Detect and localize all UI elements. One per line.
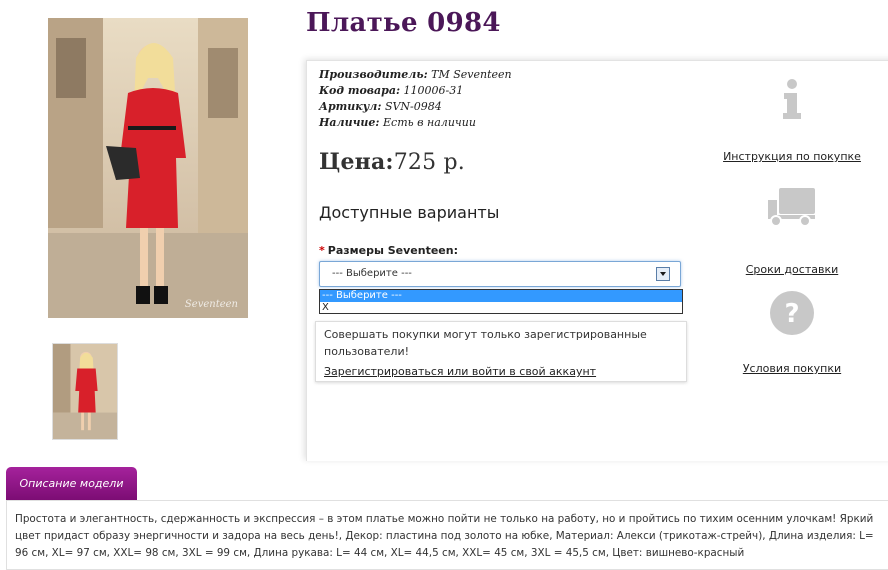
spec-value: Есть в наличии (383, 116, 476, 129)
spec-availability: Наличие: Есть в наличии (319, 115, 512, 131)
size-option[interactable]: --- Выберите --- (320, 290, 682, 302)
spec-label: Код товара: (319, 84, 401, 97)
spec-label: Наличие: (319, 116, 380, 129)
product-title: Платье 0984 (306, 8, 501, 38)
info-icon (783, 79, 801, 119)
login-notice: Совершать покупки могут только зарегистр… (315, 321, 687, 382)
size-dropdown-list[interactable]: --- Выберите --- X (319, 289, 683, 314)
register-login-link[interactable]: Зарегистрироваться или войти в свой акка… (324, 363, 596, 380)
spec-article: Артикул: SVN-0984 (319, 99, 512, 115)
truck-icon (768, 188, 815, 227)
purchase-instructions-link[interactable]: Инструкция по покупке (720, 150, 864, 163)
notice-text: Совершать покупки могут только зарегистр… (324, 328, 647, 358)
purchase-instructions-item[interactable]: Инструкция по покупке (720, 78, 864, 163)
required-mark: * (319, 244, 325, 257)
price-value: 725 р. (393, 150, 465, 175)
product-main-photo[interactable]: Seventeen (48, 18, 248, 318)
spec-value: ТМ Seventeen (431, 68, 512, 81)
price-label: Цена: (319, 149, 394, 175)
description-text: Простота и элегантность, сдержанность и … (15, 513, 874, 559)
purchase-terms-link[interactable]: Условия покупки (720, 362, 864, 375)
delivery-terms-item[interactable]: Сроки доставки (720, 186, 864, 276)
product-price: Цена:725 р. (319, 149, 465, 175)
spec-label: Производитель: (319, 68, 428, 81)
tab-description[interactable]: Описание модели (6, 467, 137, 500)
spec-manufacturer: Производитель: ТМ Seventeen (319, 67, 512, 83)
spec-value: SVN-0984 (384, 100, 442, 113)
photo-watermark: Seventeen (184, 299, 238, 310)
spec-label: Артикул: (319, 100, 382, 113)
size-select-label: * Размеры Seventeen: (319, 244, 458, 257)
chevron-down-icon[interactable] (656, 267, 670, 281)
question-icon: ? (770, 291, 814, 335)
size-select[interactable]: --- Выберите --- (319, 261, 681, 287)
purchase-terms-item[interactable]: ? Условия покупки (720, 290, 864, 375)
variants-heading: Доступные варианты (319, 203, 500, 222)
size-select-value: --- Выберите --- (332, 268, 412, 279)
svg-text:?: ? (784, 299, 799, 329)
product-specs: Производитель: ТМ Seventeen Код товара: … (319, 67, 512, 131)
size-label-text: Размеры Seventeen: (327, 244, 458, 257)
product-thumbnail[interactable] (52, 343, 118, 440)
size-option[interactable]: X (320, 302, 682, 314)
spec-value: 110006-31 (403, 84, 464, 97)
spec-product-code: Код товара: 110006-31 (319, 83, 512, 99)
delivery-terms-link[interactable]: Сроки доставки (720, 263, 864, 276)
